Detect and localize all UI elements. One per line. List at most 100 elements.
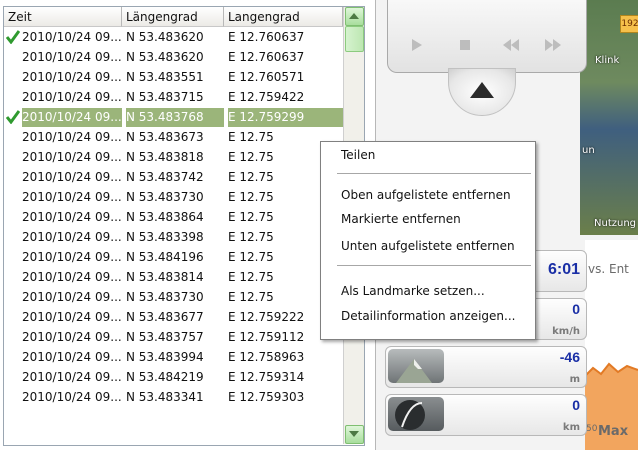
cell-zeit: 2010/10/24 09...	[22, 250, 122, 264]
menu-item-remove-marked[interactable]: Markierte entfernen	[321, 208, 533, 230]
speed-unit: km/h	[552, 326, 580, 337]
table-row[interactable]: 2010/10/24 09... N 53.483398 E 12.75	[4, 228, 344, 247]
table-row[interactable]: 2010/10/24 09... N 53.483742 E 12.75	[4, 168, 344, 187]
cell-zeit: 2010/10/24 09...	[22, 50, 122, 64]
table-row[interactable]: 2010/10/24 09... N 53.484196 E 12.75	[4, 248, 344, 267]
cell-laengengrad: N 53.483994	[126, 350, 204, 364]
cell-zeit: 2010/10/24 09...	[22, 350, 122, 364]
table-row[interactable]: 2010/10/24 09... N 53.483757 E 12.759112	[4, 328, 344, 347]
menu-item-show-details[interactable]: Detailinformation anzeigen...	[321, 305, 533, 327]
table-row[interactable]: 2010/10/24 09... N 53.483673 E 12.75	[4, 128, 344, 147]
cell-laengengrad: N 53.483398	[126, 230, 204, 244]
arrow-up-icon	[349, 13, 359, 19]
cell-zeit: 2010/10/24 09...	[22, 370, 122, 384]
table-row[interactable]: 2010/10/24 09... N 53.483818 E 12.75	[4, 148, 344, 167]
cell-zeit: 2010/10/24 09...	[22, 330, 122, 344]
column-header-laengengrad[interactable]: Längengrad	[122, 7, 224, 27]
table-row[interactable]: 2010/10/24 09... N 53.483620 E 12.760637	[4, 28, 344, 47]
table-row[interactable]: 2010/10/24 09... N 53.483864 E 12.75	[4, 208, 344, 227]
cell-zeit: 2010/10/24 09...	[22, 90, 122, 104]
cell-zeit: 2010/10/24 09...	[22, 290, 122, 304]
distance-stat: 0 km	[385, 394, 587, 436]
table-row[interactable]: 2010/10/24 09... N 53.483730 E 12.75	[4, 288, 344, 307]
cell-laengengrad: N 53.483742	[126, 170, 204, 184]
triangle-up-icon	[470, 82, 494, 98]
cell-langengrad: E 12.760571	[228, 70, 305, 84]
time-value: 6:01	[547, 261, 580, 278]
mountain-icon	[388, 349, 444, 383]
table-row[interactable]: 2010/10/24 09... N 53.483341 E 12.759303	[4, 388, 344, 407]
elevation-stat: -46 m	[385, 346, 587, 388]
table-row[interactable]: 2010/10/24 09... N 53.483994 E 12.758963	[4, 348, 344, 367]
cell-laengengrad: N 53.483864	[126, 210, 204, 224]
cell-laengengrad: N 53.483673	[126, 130, 204, 144]
table-row[interactable]: 2010/10/24 09... N 53.483814 E 12.75	[4, 268, 344, 287]
cell-langengrad: E 12.760637	[228, 50, 305, 64]
column-header-langengrad[interactable]: Langengrad	[224, 7, 343, 27]
cell-langengrad: E 12.759422	[228, 90, 305, 104]
stop-icon	[460, 40, 470, 50]
cell-laengengrad: N 53.483715	[126, 90, 204, 104]
rewind-button[interactable]	[496, 32, 526, 58]
cell-zeit: 2010/10/24 09...	[22, 30, 122, 44]
cell-zeit: 2010/10/24 09...	[22, 390, 122, 404]
cell-laengengrad: N 53.484196	[126, 250, 204, 264]
map-label-un: un	[582, 145, 595, 156]
menu-separator	[337, 265, 531, 266]
map-label-nutzung: Nutzung	[594, 218, 637, 229]
fast-forward-button[interactable]	[538, 32, 568, 58]
cell-zeit: 2010/10/24 09...	[22, 210, 122, 224]
table-row[interactable]: 2010/10/24 09... N 53.483768 E 12.759299	[4, 108, 344, 127]
speed-value: 0	[572, 301, 580, 317]
cell-laengengrad: N 53.483620	[126, 30, 204, 44]
cell-langengrad: E 12.759314	[228, 370, 305, 384]
cell-laengengrad: N 53.483620	[126, 50, 204, 64]
playback-controls	[387, 0, 587, 73]
play-button[interactable]	[402, 32, 432, 58]
elevation-value: -46	[559, 349, 580, 365]
cell-zeit: 2010/10/24 09...	[22, 230, 122, 244]
cell-langengrad: E 12.760637	[228, 30, 305, 44]
cell-zeit: 2010/10/24 09...	[22, 150, 122, 164]
road-icon	[388, 397, 444, 431]
cell-laengengrad: N 53.484219	[126, 370, 204, 384]
column-header-zeit[interactable]: Zeit	[4, 7, 122, 27]
table-row[interactable]: 2010/10/24 09... N 53.484219 E 12.759314	[4, 368, 344, 387]
menu-item-teilen[interactable]: Teilen	[321, 144, 533, 166]
elevation-unit: m	[569, 374, 580, 385]
cell-laengengrad: N 53.483768	[126, 108, 224, 127]
track-points-table: Zeit Längengrad Langengrad 2010/10/24 09…	[3, 6, 365, 446]
fast-forward-icon	[545, 39, 561, 51]
map-label-klink: Klink	[595, 55, 620, 66]
checkmark-icon	[5, 30, 21, 45]
table-row[interactable]: 2010/10/24 09... N 53.483677 E 12.759222	[4, 308, 344, 327]
cell-zeit: 2010/10/24 09...	[22, 70, 122, 84]
distance-value: 0	[572, 397, 580, 413]
cell-laengengrad: N 53.483341	[126, 390, 204, 404]
distance-unit: km	[562, 422, 580, 433]
cell-zeit: 2010/10/24 09...	[22, 170, 122, 184]
menu-item-set-landmark[interactable]: Als Landmarke setzen...	[321, 280, 533, 302]
table-row[interactable]: 2010/10/24 09... N 53.483715 E 12.759422	[4, 88, 344, 107]
map-view[interactable]	[580, 0, 638, 235]
scrollbar-thumb[interactable]	[345, 26, 364, 52]
cell-langengrad: E 12.758963	[228, 350, 305, 364]
cell-laengengrad: N 53.483730	[126, 290, 204, 304]
play-icon	[412, 39, 422, 51]
table-row[interactable]: 2010/10/24 09... N 53.483551 E 12.760571	[4, 68, 344, 87]
context-menu: Teilen Oben aufgelistete entfernen Marki…	[320, 141, 536, 340]
menu-separator	[337, 173, 531, 174]
table-row[interactable]: 2010/10/24 09... N 53.483730 E 12.75	[4, 188, 344, 207]
menu-item-remove-below[interactable]: Unten aufgelistete entfernen	[321, 235, 533, 257]
chart-comparison-label: vs. Ent	[588, 262, 629, 276]
scroll-up-button[interactable]	[345, 7, 364, 26]
scroll-down-button[interactable]	[345, 425, 364, 444]
road-number-badge: 192	[620, 15, 638, 33]
table-row[interactable]: 2010/10/24 09... N 53.483620 E 12.760637	[4, 48, 344, 67]
cell-zeit: 2010/10/24 09...	[22, 190, 122, 204]
cell-laengengrad: N 53.483757	[126, 330, 204, 344]
checkmark-icon	[5, 110, 21, 125]
stop-button[interactable]	[450, 32, 480, 58]
menu-item-remove-above[interactable]: Oben aufgelistete entfernen	[321, 184, 533, 206]
cell-zeit: 2010/10/24 09...	[22, 130, 122, 144]
